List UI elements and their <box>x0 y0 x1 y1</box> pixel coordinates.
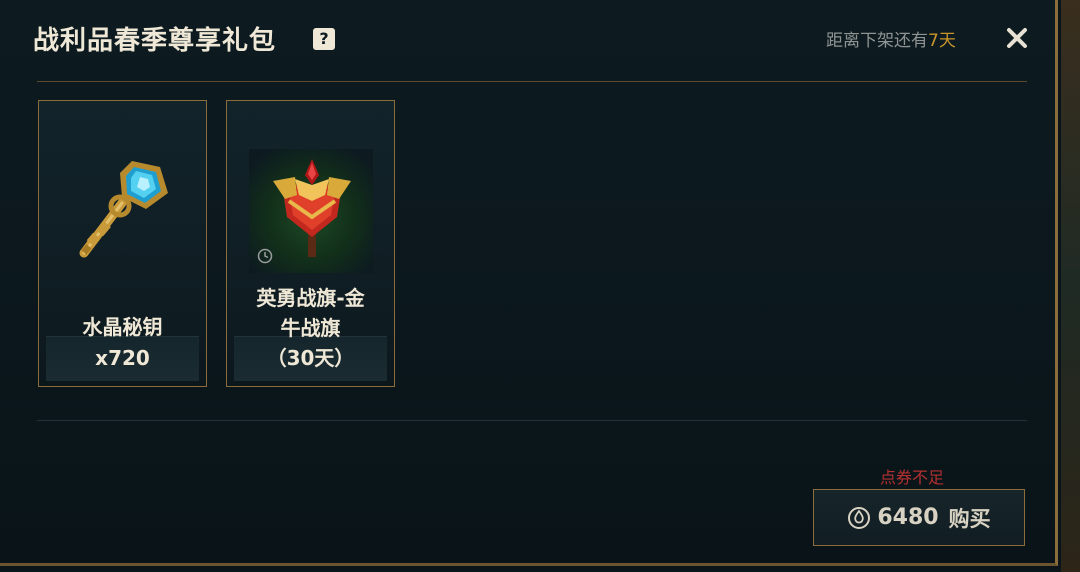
removal-countdown: 距离下架还有7天 <box>826 26 956 51</box>
banner-emblem-icon <box>273 159 351 257</box>
close-icon[interactable] <box>1004 25 1030 51</box>
bundle-dialog: 战利品春季尊享礼包 ? 距离下架还有7天 水晶秘钥 x720 英勇战旗-金 牛战… <box>0 0 1058 566</box>
countdown-prefix: 距离下架还有 <box>826 31 928 51</box>
item-duration: （30天） <box>266 346 355 370</box>
countdown-days: 7天 <box>928 31 956 51</box>
footer-divider <box>37 420 1027 421</box>
crystal-key-icon <box>79 161 168 258</box>
background-strip <box>1061 0 1080 572</box>
item-name-line2: 牛战旗 <box>280 316 341 340</box>
item-name: 水晶秘钥 <box>82 315 163 339</box>
clock-icon <box>257 248 273 264</box>
item-name-line1: 英勇战旗-金 <box>256 286 365 310</box>
question-icon[interactable]: ? <box>313 28 335 50</box>
price: 6480 <box>877 505 939 530</box>
item-card-banner[interactable]: 英勇战旗-金 牛战旗 （30天） <box>226 100 395 387</box>
buy-button[interactable]: 6480 购买 <box>813 489 1025 546</box>
dialog-title: 战利品春季尊享礼包 <box>33 26 277 56</box>
buy-label: 购买 <box>948 506 991 531</box>
item-card-crystal-key[interactable]: 水晶秘钥 x720 <box>38 100 207 387</box>
item-quantity: x720 <box>95 346 150 370</box>
coupon-icon <box>848 506 871 529</box>
insufficient-funds-warning: 点券不足 <box>880 468 945 487</box>
header-divider <box>37 81 1027 82</box>
